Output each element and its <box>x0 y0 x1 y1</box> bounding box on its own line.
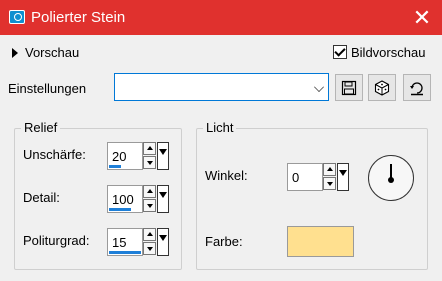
blur-label: Unschärfe: <box>23 147 86 162</box>
spin-down-icon[interactable] <box>323 177 336 190</box>
polish-level-bar <box>109 251 141 254</box>
angle-needle-icon <box>388 164 394 183</box>
chevron-down-icon <box>314 82 324 92</box>
angle-dial[interactable] <box>368 155 414 201</box>
polish-input[interactable]: 15 <box>107 228 143 256</box>
angle-stepper[interactable] <box>323 163 336 191</box>
title-bar: Polierter Stein ✕ <box>0 0 442 35</box>
blur-input[interactable]: 20 <box>107 142 143 170</box>
spin-up-icon[interactable] <box>143 185 156 198</box>
detail-label: Detail: <box>23 190 60 205</box>
reset-icon <box>410 82 423 96</box>
angle-input[interactable]: 0 <box>287 163 323 191</box>
camera-icon <box>9 10 25 24</box>
triangle-right-icon <box>12 48 18 58</box>
image-preview-label: Bildvorschau <box>351 45 426 60</box>
angle-slider-popup-button[interactable] <box>337 163 349 191</box>
blur-value: 20 <box>112 149 127 164</box>
save-icon <box>341 80 357 96</box>
window-title: Polierter Stein <box>31 9 126 26</box>
preview-toggle-label: Vorschau <box>25 45 80 60</box>
dice-icon <box>374 80 390 96</box>
detail-input[interactable]: 100 <box>107 185 143 213</box>
polish-slider-popup-button[interactable] <box>157 228 169 256</box>
spin-up-icon[interactable] <box>143 228 156 241</box>
blur-spinner[interactable]: 20 <box>107 142 169 170</box>
light-color-swatch[interactable] <box>287 226 354 257</box>
blur-stepper[interactable] <box>143 142 156 170</box>
detail-spinner[interactable]: 100 <box>107 185 169 213</box>
reset-button[interactable] <box>403 74 431 101</box>
detail-stepper[interactable] <box>143 185 156 213</box>
polish-stepper[interactable] <box>143 228 156 256</box>
close-button[interactable]: ✕ <box>402 0 442 35</box>
detail-value: 100 <box>112 192 134 207</box>
preview-toggle[interactable]: Vorschau <box>12 45 79 63</box>
spin-up-icon[interactable] <box>323 163 336 176</box>
angle-spinner[interactable]: 0 <box>287 163 349 191</box>
detail-slider-popup-button[interactable] <box>157 185 169 213</box>
preset-dropdown[interactable] <box>114 73 329 101</box>
save-preset-button[interactable] <box>335 74 363 101</box>
light-group-title: Licht <box>203 120 237 135</box>
polish-value: 15 <box>112 235 127 250</box>
spin-down-icon[interactable] <box>143 199 156 212</box>
blur-slider-popup-button[interactable] <box>157 142 169 170</box>
image-preview-checkbox[interactable]: Bildvorschau <box>333 45 425 63</box>
spin-down-icon[interactable] <box>143 156 156 169</box>
polish-spinner[interactable]: 15 <box>107 228 169 256</box>
angle-value: 0 <box>292 170 300 185</box>
blur-level-bar <box>109 165 121 168</box>
settings-label: Einstellungen <box>8 81 87 96</box>
checkbox-checked-icon <box>333 45 347 59</box>
spin-down-icon[interactable] <box>143 242 156 255</box>
detail-level-bar <box>109 208 131 211</box>
polish-label: Politurgrad: <box>23 233 90 248</box>
randomize-button[interactable] <box>368 74 396 101</box>
relief-group-title: Relief <box>21 120 61 135</box>
angle-label: Winkel: <box>205 168 248 183</box>
color-label: Farbe: <box>205 234 243 249</box>
spin-up-icon[interactable] <box>143 142 156 155</box>
